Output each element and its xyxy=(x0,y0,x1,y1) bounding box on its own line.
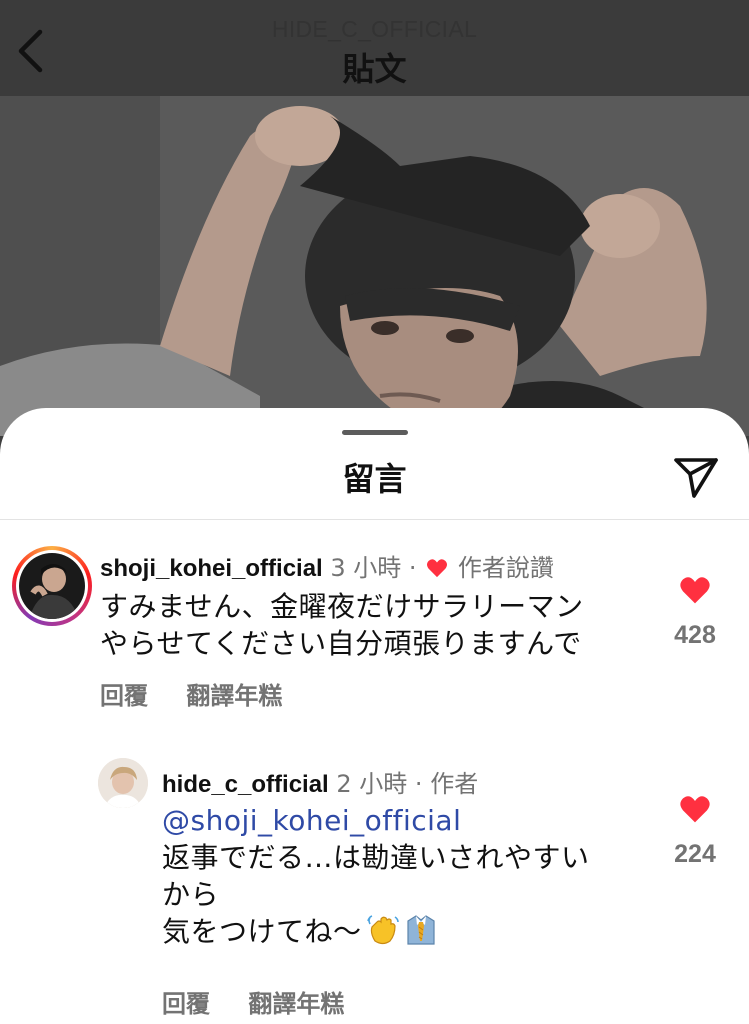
comment-time: 3 小時 xyxy=(330,554,402,582)
heart-icon[interactable] xyxy=(679,794,711,824)
comment-username[interactable]: hide_c_official xyxy=(162,771,329,798)
comment-text: すみません、金曜夜だけサラリーマン やらせてください自分頑張りますんで xyxy=(100,588,660,662)
avatar-image xyxy=(98,758,148,808)
comment-line: 気をつけてね～ xyxy=(162,915,362,948)
reply-item: hide_c_official 2 小時 · 作者 @shoji_kohei_o… xyxy=(0,752,749,1018)
post-image xyxy=(0,96,749,436)
like-count: 428 xyxy=(674,621,716,649)
sheet-title: 留言 xyxy=(342,460,407,498)
comment-username[interactable]: shoji_kohei_official xyxy=(100,555,323,582)
paper-plane-icon[interactable] xyxy=(672,454,720,500)
mention-link[interactable]: @shoji_kohei_official xyxy=(162,802,642,839)
translate-button[interactable]: 翻譯年糕 xyxy=(186,682,282,710)
story-avatar[interactable] xyxy=(12,546,92,626)
avatar[interactable] xyxy=(98,758,148,808)
sheet-divider xyxy=(0,519,749,520)
author-badge: 作者 xyxy=(430,770,479,798)
comment-item: shoji_kohei_official 3 小時 · 作者說讚 すみません、金… xyxy=(0,538,749,711)
sheet-grabber[interactable] xyxy=(342,430,408,435)
comment-meta: hide_c_official 2 小時 · 作者 xyxy=(162,764,478,799)
comments-sheet: 留言 shoji_kohei_official 3 小時 · 作者說讚 すみませ… xyxy=(0,408,749,1024)
top-bar: HIDE_C_OFFICIAL 貼文 xyxy=(0,0,749,96)
translate-button[interactable]: 翻譯年糕 xyxy=(248,990,344,1018)
header-username: HIDE_C_OFFICIAL xyxy=(271,16,478,42)
heart-icon xyxy=(427,559,448,578)
post-photo xyxy=(0,96,749,436)
reply-button[interactable]: 回覆 xyxy=(162,990,210,1018)
comment-actions: 回覆 翻譯年糕 xyxy=(162,984,374,1019)
comment-time: 2 小時 xyxy=(336,770,408,798)
meta-separator: · xyxy=(408,554,417,582)
heart-icon[interactable] xyxy=(679,575,711,605)
author-liked-label: 作者說讚 xyxy=(457,554,554,582)
like-count: 224 xyxy=(674,840,716,868)
meta-separator: · xyxy=(414,770,423,798)
avatar xyxy=(19,553,85,619)
comment-line: すみません、金曜夜だけサラリーマン xyxy=(100,590,584,623)
necktie-shirt-icon xyxy=(406,915,435,945)
comment-meta: shoji_kohei_official 3 小時 · 作者說讚 xyxy=(100,548,554,583)
comment-line-with-emoji: 気をつけてね～ xyxy=(162,913,642,950)
reply-button[interactable]: 回覆 xyxy=(100,682,148,710)
like-control[interactable]: 428 xyxy=(665,575,725,650)
comment-line: 返事でだる…は勘違いされやすい xyxy=(162,841,590,874)
page-title: 貼文 xyxy=(342,50,407,88)
like-control[interactable]: 224 xyxy=(665,794,725,869)
comment-actions: 回覆 翻譯年糕 xyxy=(100,676,312,711)
comment-line: やらせてください自分頑張りますんで xyxy=(100,627,582,660)
waving-hand-icon xyxy=(366,915,399,945)
comment-line: から xyxy=(162,878,220,911)
comment-text: @shoji_kohei_official 返事でだる…は勘違いされやすい から… xyxy=(162,802,642,950)
